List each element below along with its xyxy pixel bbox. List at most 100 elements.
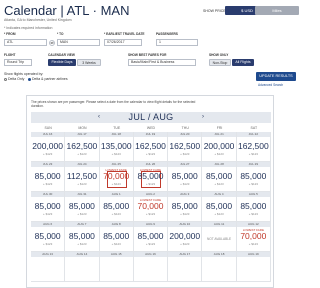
price-note: The prices shown are per passenger. Plea…	[31, 100, 196, 108]
fare-price: 70,000	[103, 171, 130, 181]
calendar-day-cell[interactable]: AUG 1 85,000 + $123	[99, 192, 134, 222]
from-field[interactable]: ATL	[4, 39, 47, 46]
cell-date: JUL 28	[202, 162, 236, 167]
cell-date: JUL 19	[133, 132, 168, 137]
calendar-day-cell[interactable]: JUL 24 112,500 + $123	[65, 162, 100, 192]
chevron-left-icon[interactable]: ‹	[98, 114, 100, 120]
fare-taxes: + $123	[145, 152, 156, 156]
cell-date: AUG 3	[168, 192, 202, 197]
to-label: * TO	[57, 32, 64, 36]
calendar-day-cell[interactable]: AUG 8 85,000 + $123	[99, 222, 134, 252]
calendar-day-cell[interactable]: JUL 17 162,500 + $123	[65, 132, 100, 162]
cabin-select[interactable]: Basic/Main/First & Business	[128, 59, 196, 66]
fare-price: 85,000	[171, 171, 198, 181]
from-label: * FROM	[4, 32, 16, 36]
calendar-day-cell[interactable]: JUL 26 LOWEST FARE 85,000 + $123	[133, 162, 169, 192]
cell-date: JUL 17	[65, 132, 99, 137]
operated-by-label: Show flights operated by:	[4, 72, 44, 76]
fare-taxes: + $123	[43, 212, 53, 216]
required-note: * Indicates required information	[4, 26, 53, 30]
fare-taxes: + $123	[111, 242, 121, 246]
calendar-day-cell[interactable]: JUL 27 85,000 + $123	[168, 162, 203, 192]
calendar-day-cell[interactable]: AUG 7 85,000 + $123	[65, 222, 100, 252]
fare-taxes: + $123	[214, 152, 224, 156]
calendar-week-row: AUG 6 85,000 + $123 AUG 7 85,000 + $123 AUG 88…	[31, 222, 271, 252]
cell-date: AUG 2	[133, 192, 168, 197]
flexible-days-button[interactable]: Flexible Days	[48, 59, 76, 66]
calendar-day-cell[interactable]: AUG 11 NOT AVAILABLE	[202, 222, 237, 252]
fare-taxes: + $123	[77, 212, 87, 216]
calendar-day-cell[interactable]: AUG 3 85,000 + $123	[168, 192, 203, 222]
cell-date: AUG 7	[65, 222, 99, 227]
search-form: * Indicates required information * FROM …	[4, 26, 296, 94]
calendar-day-cell[interactable]: JUL 30 85,000 + $123	[31, 192, 66, 222]
calendar-week-row: AUG 13 AUG 14 AUG 15 AUG 16 AUG 17 AUG 18 AUG …	[31, 252, 271, 282]
cell-date: JUL 23	[31, 162, 65, 167]
delta-only-radio[interactable]: Delta Only	[4, 77, 24, 81]
cell-date: AUG 9	[133, 222, 168, 227]
passengers-select[interactable]: 1	[156, 39, 198, 46]
calendar-day-cell[interactable]: AUG 18	[202, 252, 237, 282]
calendar-day-cell[interactable]: AUG 19	[236, 252, 271, 282]
calendar-day-cell[interactable]: JUL 20 162,500 + $123	[168, 132, 203, 162]
three-weeks-button[interactable]: 3 Weeks	[77, 59, 101, 66]
calendar-day-cell[interactable]: AUG 6 85,000 + $123	[31, 222, 66, 252]
calendar-day-cell[interactable]: JUL 19 162,500 + $123	[133, 132, 169, 162]
calendar-day-cell[interactable]: AUG 13	[31, 252, 66, 282]
calendar-day-cell[interactable]: AUG 5 85,000 + $123	[236, 192, 271, 222]
calendar-day-cell[interactable]: JUL 18 135,000 + $123	[99, 132, 134, 162]
fare-price: 162,500	[169, 141, 201, 151]
fare-taxes: + $123	[180, 212, 190, 216]
fare-taxes: + $123	[111, 182, 121, 186]
calendar-day-cell[interactable]: AUG 12 LOWEST FARE 70,000 + $123	[236, 222, 271, 252]
calendar-day-cell[interactable]: JUL 31 85,000 + $123	[65, 192, 100, 222]
calendar-view-label: CALENDAR VIEW	[48, 53, 75, 57]
cell-date: AUG 4	[202, 192, 236, 197]
fare-taxes: + $123	[145, 182, 156, 186]
cell-date: JUL 18	[99, 132, 133, 137]
fare-taxes: + $123	[77, 242, 87, 246]
calendar-day-cell[interactable]: JUL 29 85,000 + $123	[236, 162, 271, 192]
advanced-search-link[interactable]: Advanced Search	[258, 83, 283, 87]
calendar-day-cell[interactable]: JUL 21 200,000 + $123	[202, 132, 237, 162]
fare-price: 162,500	[66, 141, 98, 151]
to-field[interactable]: MAN	[57, 39, 100, 46]
flight-type-select[interactable]: Round Trip	[4, 59, 32, 66]
cell-date: JUL 30	[31, 192, 65, 197]
calendar-day-cell[interactable]: AUG 9 85,000 + $123	[133, 222, 169, 252]
cell-date: AUG 11	[202, 222, 236, 227]
calendar-day-cell[interactable]: AUG 10 200,000 + $123	[168, 222, 203, 252]
calendar-day-cell[interactable]: AUG 16	[133, 252, 169, 282]
calendar-day-cell[interactable]: AUG 17	[168, 252, 203, 282]
fare-price: 85,000	[171, 201, 198, 211]
calendar-day-cell[interactable]: AUG 4 85,000 + $123	[202, 192, 237, 222]
date-field[interactable]: 07/26/2017	[104, 39, 142, 46]
fare-price: 85,000	[240, 171, 267, 181]
calendar-grid: JUL 16 200,000 + $123 JUL 17 162,500 + $123 JU…	[31, 132, 271, 282]
partner-airlines-radio[interactable]: Delta & partner airlines	[28, 77, 68, 81]
calendar-day-cell[interactable]: AUG 14	[65, 252, 100, 282]
non-stop-button[interactable]: Non-Stop	[209, 59, 231, 66]
cell-date: JUL 22	[236, 132, 270, 137]
fare-price: 162,500	[237, 141, 269, 151]
update-results-button[interactable]: UPDATE RESULTS	[256, 72, 296, 81]
calendar-day-cell[interactable]: JUL 16 200,000 + $123	[31, 132, 66, 162]
cell-date: AUG 1	[99, 192, 133, 197]
swap-icon[interactable]: ⇄	[49, 40, 55, 46]
calendar-day-cell[interactable]: JUL 28 85,000 + $123	[202, 162, 237, 192]
calendar-day-cell[interactable]: AUG 2 LOWEST FARE 70,000 + $123	[133, 192, 169, 222]
miles-toggle-button[interactable]: Miles	[255, 6, 299, 15]
cell-date: JUL 20	[168, 132, 202, 137]
fare-price: 85,000	[103, 201, 130, 211]
calendar-day-cell[interactable]: JUL 22 162,500 + $123	[236, 132, 271, 162]
calendar-day-cell[interactable]: JUL 25 LOWEST FARE 70,000 + $123	[99, 162, 134, 192]
chevron-right-icon[interactable]: ›	[202, 114, 204, 120]
cell-date: AUG 18	[202, 252, 236, 257]
calendar-day-cell[interactable]: AUG 15	[99, 252, 134, 282]
cell-date: AUG 12	[236, 222, 270, 227]
cell-date: AUG 10	[168, 222, 202, 227]
calendar-day-cell[interactable]: JUL 23 85,000 + $123	[31, 162, 66, 192]
all-flights-button[interactable]: All Flights	[232, 59, 254, 66]
calendar-week-row: JUL 23 85,000 + $123 JUL 24 112,500 + $123 JUL…	[31, 162, 271, 192]
calendar-week-row: JUL 16 200,000 + $123 JUL 17 162,500 + $123 JU…	[31, 132, 271, 162]
